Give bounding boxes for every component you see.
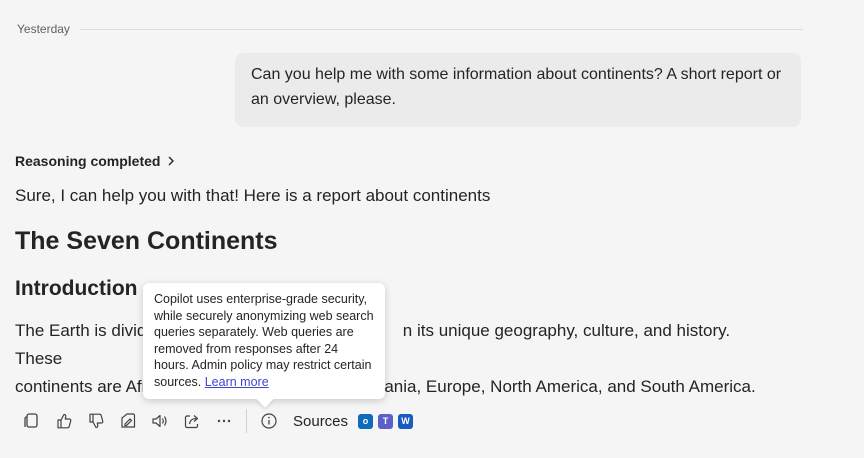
toolbar-separator [246, 409, 247, 433]
copy-button[interactable] [16, 408, 48, 434]
more-options-button[interactable] [208, 408, 240, 434]
thumbs-down-icon [89, 413, 104, 429]
reasoning-label: Reasoning completed [15, 153, 161, 169]
more-icon [217, 419, 231, 423]
response-toolbar: Sources o T W [16, 408, 418, 434]
dislike-button[interactable] [80, 408, 112, 434]
security-tooltip: Copilot uses enterprise-grade security, … [143, 283, 385, 408]
paragraph-text-3: continents are Afr [15, 377, 148, 396]
info-icon [261, 413, 277, 429]
paragraph-text-1: The Earth is divide [15, 321, 156, 340]
date-label: Yesterday [17, 22, 70, 36]
user-message-text: Can you help me with some information ab… [251, 66, 782, 108]
user-message-bubble: Can you help me with some information ab… [235, 53, 801, 127]
paragraph-text-4: ania, Europe, North America, and South A… [384, 377, 756, 396]
edit-in-pages-button[interactable] [112, 408, 144, 434]
response-intro: Sure, I can help you with that! Here is … [15, 186, 491, 205]
date-divider: Yesterday [17, 20, 803, 38]
reasoning-toggle[interactable]: Reasoning completed [15, 153, 176, 169]
info-button[interactable] [253, 408, 285, 434]
teams-icon[interactable]: T [378, 413, 394, 429]
sources-button[interactable]: Sources [293, 413, 348, 430]
tooltip-arrow [256, 390, 274, 408]
read-aloud-button[interactable] [144, 408, 176, 434]
response-paragraph: The Earth is divide n its unique geograph… [15, 317, 775, 401]
thumbs-up-icon [57, 413, 72, 429]
chevron-right-icon [168, 156, 175, 166]
response-heading: The Seven Continents [15, 227, 278, 255]
response-subheading: Introduction [15, 277, 138, 300]
share-icon [184, 415, 199, 429]
learn-more-link[interactable]: Learn more [205, 375, 269, 389]
word-icon[interactable]: W [398, 413, 414, 429]
outlook-icon[interactable]: o [358, 413, 374, 429]
divider-line [79, 28, 803, 30]
like-button[interactable] [48, 408, 80, 434]
edit-notes-icon [121, 413, 136, 428]
copy-icon [24, 413, 38, 428]
share-button[interactable] [176, 408, 208, 434]
speaker-icon [152, 414, 167, 428]
